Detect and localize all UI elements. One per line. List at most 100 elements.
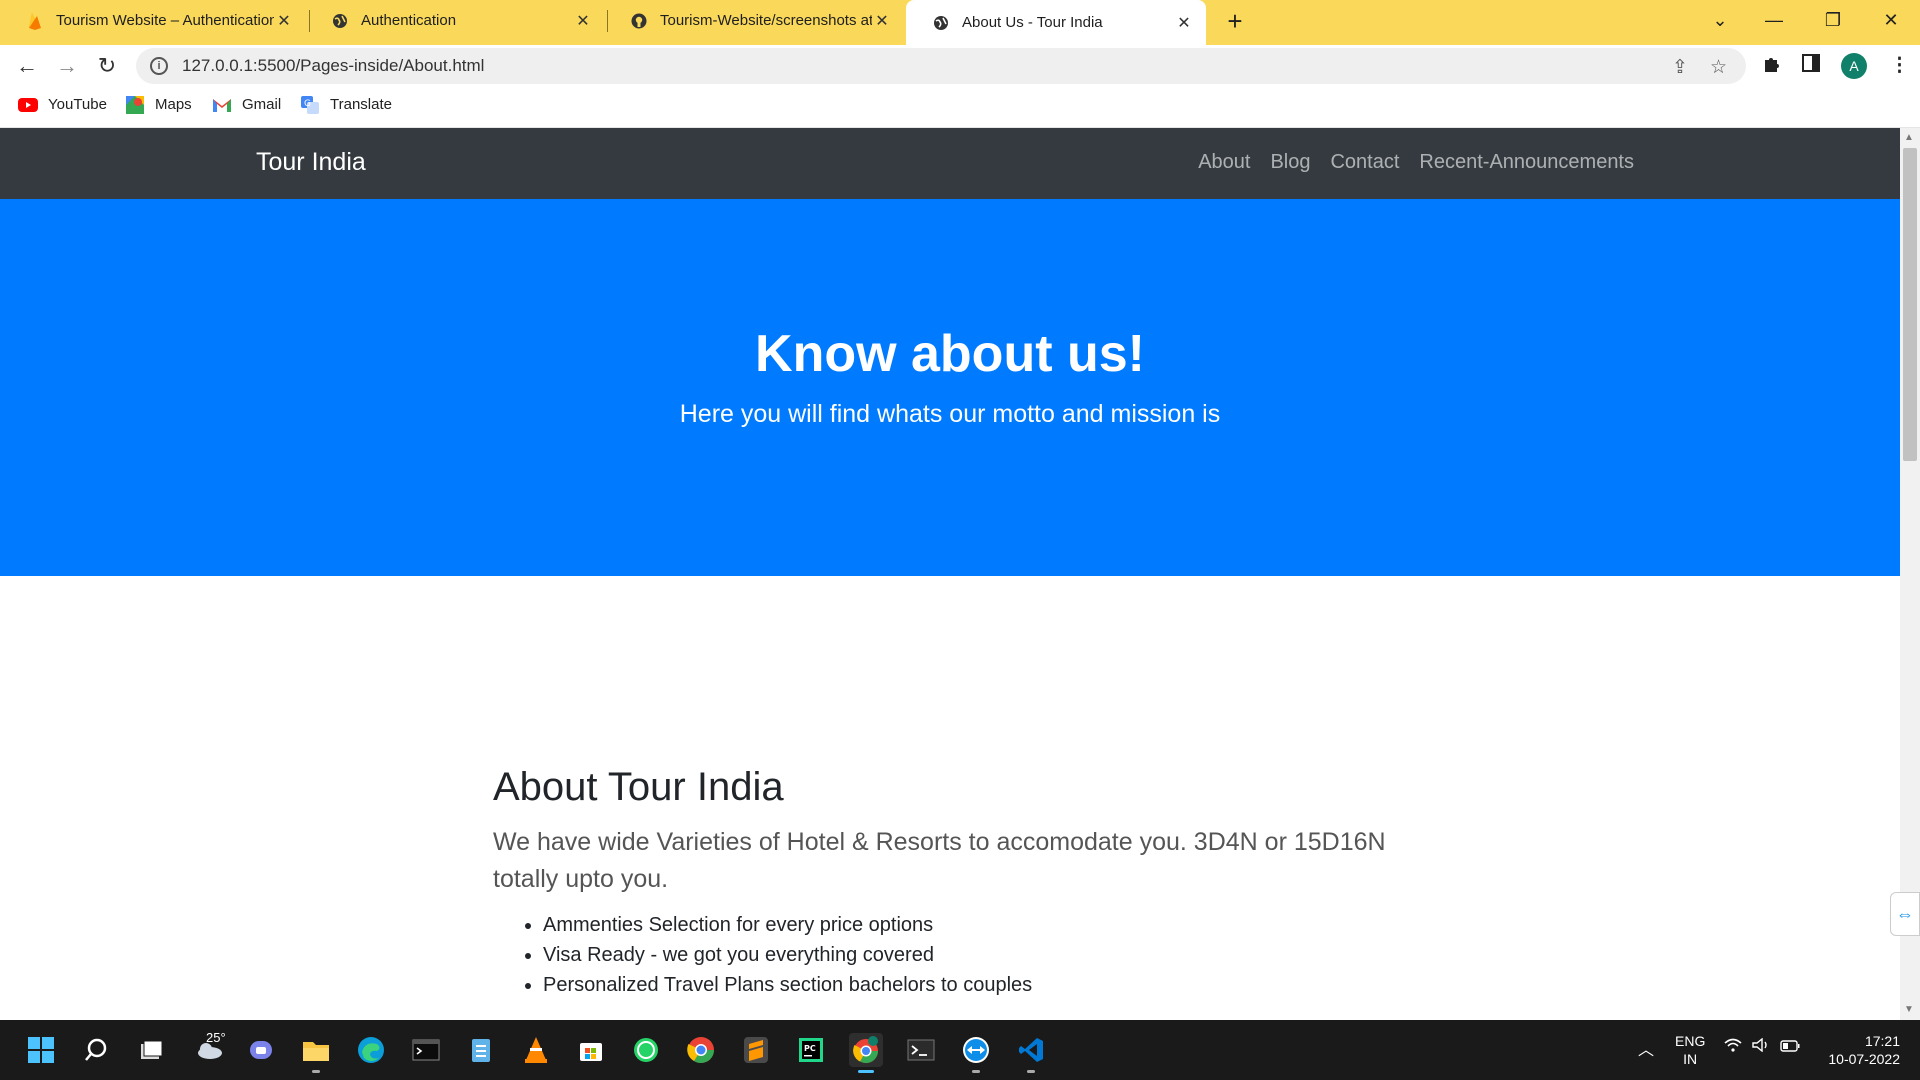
page-scrollbar[interactable]: ▲ ▼ [1900, 128, 1920, 1020]
svg-text:G: G [304, 99, 311, 109]
tab-title: Tourism-Website/screenshots at [660, 12, 872, 29]
tab-github-screenshots[interactable]: Tourism-Website/screenshots at ✕ [604, 0, 904, 41]
browser-toolbar: ← → ↻ i 127.0.0.1:5500/Pages-inside/Abou… [0, 45, 1920, 86]
microsoft-store-icon[interactable] [574, 1033, 608, 1067]
tab-title: Authentication [361, 12, 457, 29]
restore-button[interactable]: ❐ [1805, 0, 1861, 40]
language-code: ENG [1675, 1033, 1706, 1049]
window-close-button[interactable]: ✕ [1863, 0, 1919, 40]
terminal-icon[interactable] [409, 1033, 443, 1067]
address-bar[interactable]: i 127.0.0.1:5500/Pages-inside/About.html… [136, 48, 1746, 84]
vscode-icon[interactable] [1014, 1033, 1048, 1073]
edge-browser-icon[interactable] [354, 1033, 388, 1067]
hero-jumbotron: Know about us! Here you will find whats … [0, 199, 1900, 576]
firebase-icon [26, 12, 44, 30]
wifi-icon[interactable] [1724, 1038, 1742, 1055]
powershell-icon[interactable] [904, 1033, 938, 1067]
minimize-button[interactable]: — [1746, 0, 1802, 40]
address-url[interactable]: 127.0.0.1:5500/Pages-inside/About.html [182, 56, 484, 76]
site-brand[interactable]: Tour India [256, 148, 366, 177]
site-nav-links: About Blog Contact Recent-Announcements [1198, 151, 1634, 174]
list-item: Ammenties Selection for every price opti… [543, 910, 1413, 940]
weather-temperature: 25° [206, 1030, 226, 1045]
bookmark-star-icon[interactable]: ☆ [1710, 56, 1727, 79]
task-view-icon[interactable] [134, 1033, 168, 1067]
clock-date: 10-07-2022 [1828, 1051, 1900, 1067]
translate-icon: G [300, 95, 320, 114]
hero-title: Know about us! [755, 325, 1145, 383]
bookmark-gmail[interactable]: Gmail [212, 96, 281, 113]
gmail-icon [212, 97, 232, 113]
about-lead: We have wide Varieties of Hotel & Resort… [493, 828, 1386, 893]
tab-about-us-active[interactable]: About Us - Tour India ✕ [906, 0, 1206, 45]
bookmark-youtube[interactable]: YouTube [18, 96, 107, 113]
chrome-icon[interactable] [684, 1033, 718, 1067]
maps-icon [125, 95, 145, 114]
close-icon[interactable]: ✕ [274, 11, 294, 31]
teamviewer-side-icon[interactable]: ⇔ [1890, 892, 1920, 936]
clock[interactable]: 17:21 10-07-2022 [1820, 1032, 1900, 1068]
input-language[interactable]: ENG IN [1675, 1032, 1705, 1068]
globe-icon [331, 12, 349, 30]
close-icon[interactable]: ✕ [573, 11, 593, 31]
chrome-profile-icon[interactable] [849, 1033, 883, 1073]
notepad-icon[interactable] [464, 1033, 498, 1067]
scroll-up-arrow-icon[interactable]: ▲ [1904, 132, 1914, 143]
search-icon[interactable] [79, 1033, 113, 1067]
bookmark-translate[interactable]: G Translate [300, 95, 392, 114]
bookmark-label: YouTube [48, 96, 107, 113]
bookmark-label: Maps [155, 96, 192, 113]
svg-text:PC: PC [804, 1044, 816, 1053]
browser-tab-strip: Tourism Website – Authentication ✕ Authe… [0, 0, 1920, 45]
list-item: Personalized Travel Plans section bachel… [543, 970, 1413, 1000]
scroll-down-arrow-icon[interactable]: ▼ [1904, 1004, 1914, 1015]
nav-link-blog[interactable]: Blog [1270, 151, 1310, 174]
new-tab-button[interactable]: + [1220, 7, 1250, 37]
volume-icon[interactable] [1752, 1037, 1770, 1055]
sublime-text-icon[interactable] [739, 1033, 773, 1067]
tray-overflow-chevron-icon[interactable]: ︿ [1638, 1036, 1654, 1060]
scrollbar-thumb[interactable] [1903, 148, 1917, 461]
extensions-puzzle-icon[interactable] [1762, 54, 1782, 80]
bookmark-label: Translate [330, 96, 392, 113]
tab-authentication[interactable]: Authentication ✕ [305, 0, 605, 41]
teamviewer-icon[interactable] [959, 1033, 993, 1073]
forward-button[interactable]: → [52, 51, 82, 81]
side-panel-icon[interactable] [1802, 54, 1820, 78]
profile-avatar[interactable]: A [1841, 53, 1867, 79]
reload-button[interactable]: ↻ [92, 51, 122, 81]
about-section: About Tour India We have wide Varieties … [493, 765, 1413, 1000]
close-icon[interactable]: ✕ [872, 11, 892, 31]
nav-link-about[interactable]: About [1198, 151, 1250, 174]
bookmark-maps[interactable]: Maps [125, 95, 192, 114]
share-icon[interactable]: ⇪ [1672, 56, 1688, 79]
features-list: Ammenties Selection for every price opti… [543, 910, 1413, 1000]
file-explorer-icon[interactable] [299, 1033, 333, 1073]
globe-icon [932, 14, 950, 32]
vlc-icon[interactable] [519, 1033, 553, 1067]
nav-link-recent-announcements[interactable]: Recent-Announcements [1419, 151, 1634, 174]
menu-kebab-icon[interactable]: ⋮ [1890, 54, 1909, 77]
tab-search-chevron-icon[interactable]: ⌄ [1692, 0, 1748, 40]
tab-title: Tourism Website – Authentication [56, 12, 274, 29]
tab-tourism-auth[interactable]: Tourism Website – Authentication ✕ [0, 0, 306, 41]
whatsapp-icon[interactable] [629, 1033, 663, 1067]
tab-title: About Us - Tour India [962, 14, 1103, 31]
teams-chat-icon[interactable] [244, 1033, 278, 1067]
close-icon[interactable]: ✕ [1174, 13, 1194, 33]
start-windows-icon[interactable] [24, 1033, 58, 1067]
site-info-icon[interactable]: i [150, 57, 168, 75]
region-code: IN [1683, 1051, 1698, 1067]
bookmark-label: Gmail [242, 96, 282, 113]
pycharm-icon[interactable]: PC [794, 1033, 828, 1067]
youtube-icon [18, 97, 38, 113]
back-button[interactable]: ← [12, 51, 42, 81]
site-navbar: Tour India About Blog Contact Recent-Ann… [0, 128, 1900, 199]
battery-icon[interactable] [1780, 1039, 1800, 1055]
bookmarks-bar: YouTube Maps Gmail G Translate [0, 86, 1920, 128]
clock-time: 17:21 [1864, 1033, 1900, 1049]
hero-subtitle: Here you will find whats our motto and m… [679, 400, 1221, 428]
about-heading: About Tour India [493, 765, 784, 809]
list-item: Visa Ready - we got you everything cover… [543, 940, 1413, 970]
nav-link-contact[interactable]: Contact [1330, 151, 1399, 174]
